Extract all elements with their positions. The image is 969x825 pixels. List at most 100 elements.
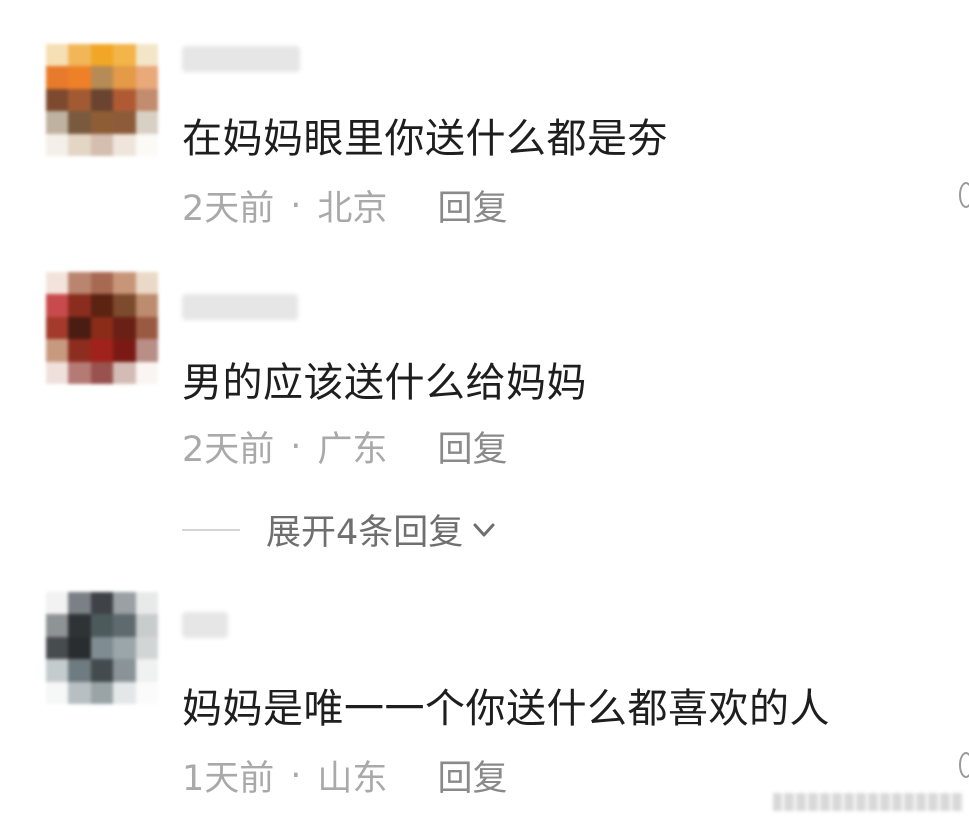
avatar-pixel xyxy=(68,44,91,67)
username-blurred[interactable] xyxy=(182,46,300,72)
avatar-pixel xyxy=(90,681,114,704)
avatar[interactable] xyxy=(46,44,158,156)
avatar-pixel xyxy=(113,88,136,112)
separator-dot: · xyxy=(290,185,302,226)
avatar-pixel xyxy=(135,659,158,682)
avatar-pixel xyxy=(46,592,69,615)
avatar-pixel xyxy=(68,614,91,637)
avatar-pixel xyxy=(113,592,136,615)
avatar-pixel xyxy=(135,44,158,67)
avatar-pixel xyxy=(68,133,91,156)
expand-replies-label: 展开4条回复 xyxy=(266,513,464,553)
avatar-pixel xyxy=(46,681,69,704)
avatar-pixel xyxy=(113,133,136,156)
avatar-pixel xyxy=(90,316,114,340)
reply-button[interactable]: 回复 xyxy=(437,750,507,801)
avatar-pixel xyxy=(135,614,158,637)
avatar-pixel xyxy=(68,66,91,89)
avatar-pixel xyxy=(90,66,114,89)
avatar-pixel xyxy=(46,133,69,156)
reply-button[interactable]: 回复 xyxy=(437,421,507,472)
comment-meta: 1天前 · 山东 回复 xyxy=(182,750,507,801)
comment-text: 在妈妈眼里你送什么都是夯 xyxy=(182,116,668,162)
avatar-pixel xyxy=(46,272,69,295)
avatar-pixel xyxy=(113,614,136,637)
avatar-pixel xyxy=(113,272,136,295)
avatar-pixel xyxy=(113,111,136,134)
comment-list: 在妈妈眼里你送什么都是夯 2天前 · 北京 回复 男的应该送什么给妈妈 2天前 … xyxy=(0,0,969,825)
avatar-pixel xyxy=(46,66,69,89)
comment-meta: 2天前 · 广东 回复 xyxy=(182,421,507,472)
avatar-pixel xyxy=(113,636,136,660)
avatar-pixel xyxy=(90,614,114,637)
avatar-pixel xyxy=(46,44,69,67)
comment-text: 妈妈是唯一一个你送什么都喜欢的人 xyxy=(182,686,830,732)
avatar-pixel xyxy=(113,294,136,317)
avatar-pixel xyxy=(113,44,136,67)
avatar-pixel xyxy=(90,592,114,615)
avatar-pixel xyxy=(68,316,91,340)
avatar-pixel xyxy=(68,592,91,615)
avatar-pixel xyxy=(113,66,136,89)
like-icon[interactable] xyxy=(959,752,969,778)
avatar-pixel xyxy=(46,659,69,682)
avatar-pixel xyxy=(113,361,136,384)
avatar-pixel xyxy=(90,636,114,660)
avatar-pixel xyxy=(135,133,158,156)
avatar-pixel xyxy=(135,294,158,317)
avatar-pixel xyxy=(68,294,91,317)
avatar-pixel xyxy=(113,659,136,682)
avatar-pixel xyxy=(90,111,114,134)
avatar-pixel xyxy=(90,88,114,112)
avatar-pixel xyxy=(68,272,91,295)
avatar-pixel xyxy=(135,636,158,660)
avatar-pixel xyxy=(113,339,136,362)
avatar-pixel xyxy=(113,681,136,704)
separator-dot: · xyxy=(290,426,302,467)
avatar-pixel xyxy=(135,111,158,134)
avatar-pixel xyxy=(135,361,158,384)
separator-dot: · xyxy=(290,755,302,796)
avatar-pixel xyxy=(135,681,158,704)
like-icon[interactable] xyxy=(959,182,969,208)
avatar-pixel xyxy=(46,111,69,134)
avatar-pixel xyxy=(135,88,158,112)
avatar-pixel xyxy=(135,66,158,89)
avatar-pixel xyxy=(68,659,91,682)
comment-text: 男的应该送什么给妈妈 xyxy=(182,360,587,406)
watermark xyxy=(773,793,963,811)
avatar-pixel xyxy=(90,133,114,156)
avatar-pixel xyxy=(68,88,91,112)
avatar-pixel xyxy=(90,44,114,67)
comment-time: 1天前 xyxy=(182,759,275,799)
reply-button[interactable]: 回复 xyxy=(437,180,507,231)
avatar-pixel xyxy=(135,316,158,340)
avatar-pixel xyxy=(46,294,69,317)
avatar[interactable] xyxy=(46,272,158,384)
username-blurred[interactable] xyxy=(182,612,228,638)
avatar-pixel xyxy=(135,592,158,615)
avatar-pixel xyxy=(68,361,91,384)
username-blurred[interactable] xyxy=(182,294,298,320)
avatar-pixel xyxy=(68,339,91,362)
avatar-pixel xyxy=(68,681,91,704)
avatar-pixel xyxy=(90,272,114,295)
avatar[interactable] xyxy=(46,592,158,704)
comment-time: 2天前 xyxy=(182,430,275,470)
expand-replies-button[interactable]: 展开4条回复 xyxy=(182,504,497,555)
avatar-pixel xyxy=(46,88,69,112)
comment-location: 山东 xyxy=(317,759,388,799)
comment-time: 2天前 xyxy=(182,189,275,229)
avatar-pixel xyxy=(46,361,69,384)
avatar-pixel xyxy=(46,316,69,340)
comment-item: 在妈妈眼里你送什么都是夯 2天前 · 北京 回复 xyxy=(0,0,969,240)
avatar-pixel xyxy=(46,339,69,362)
comment-location: 广东 xyxy=(317,430,388,470)
chevron-down-icon xyxy=(473,523,495,536)
avatar-pixel xyxy=(135,339,158,362)
avatar-pixel xyxy=(46,636,69,660)
avatar-pixel xyxy=(90,339,114,362)
avatar-pixel xyxy=(68,636,91,660)
avatar-pixel xyxy=(90,659,114,682)
avatar-pixel xyxy=(68,111,91,134)
